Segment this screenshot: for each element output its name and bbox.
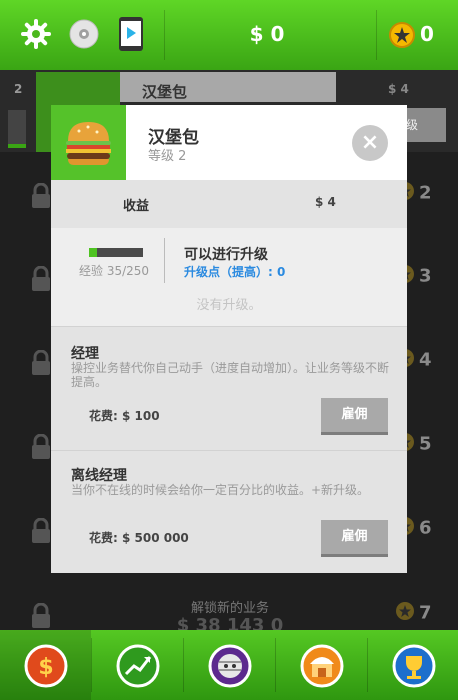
divider [51, 450, 407, 451]
no-upgrades-text: 没有升级。 [196, 298, 262, 313]
offline-manager-description: 当你不在线的时候会给你一定百分比的收益。+新升级。 [71, 483, 370, 497]
close-icon: × [360, 130, 380, 155]
lock-icon [30, 182, 52, 213]
coin-star-icon [389, 22, 415, 52]
income-label: 收益 [123, 199, 150, 214]
progress-stub [8, 110, 26, 148]
trend-chart-icon [116, 644, 160, 692]
offline-manager-cost: 花费: $ 500 000 [89, 531, 189, 545]
hire-manager-button[interactable]: 雇佣 [321, 398, 388, 435]
trophy-icon [392, 644, 436, 692]
divider [51, 326, 407, 327]
tab-achievements[interactable] [368, 630, 458, 700]
google-play-icon[interactable] [118, 16, 144, 56]
experience-fill [89, 248, 97, 257]
tab-investments[interactable] [92, 630, 183, 700]
lock-icon [30, 349, 52, 380]
lock-icon [30, 433, 52, 464]
row-level: 7 [395, 601, 435, 626]
top-bar: $ 0 0 [0, 0, 458, 70]
burger-icon [66, 122, 111, 165]
close-button[interactable]: × [352, 125, 388, 161]
income-value: $ 4 [315, 195, 336, 209]
row-title: 汉堡包 [142, 83, 188, 101]
offline-manager-section: 离线经理 当你不在线的时候会给你一定百分比的收益。+新升级。 花费: $ 500… [51, 450, 407, 573]
coin-counter: 0 [420, 22, 434, 46]
manager-title: 经理 [71, 346, 99, 362]
svg-text:$: $ [38, 655, 53, 680]
manager-description: 操控业务替代你自己动手（进度自动增加）。让业务等级不断提高。 [71, 361, 390, 389]
offline-manager-title: 离线经理 [71, 468, 127, 484]
divider [164, 238, 165, 283]
hire-offline-manager-button[interactable]: 雇佣 [321, 520, 388, 557]
row-number: 2 [14, 82, 23, 96]
star-icon [395, 601, 415, 626]
upgrade-points: 升级点（提高）: 0 [184, 265, 286, 279]
mummy-face-icon [208, 644, 252, 692]
tab-shop[interactable] [276, 630, 367, 700]
experience-bar [89, 248, 143, 257]
business-level: 等级 2 [148, 149, 187, 164]
row-price: $ 4 [388, 82, 409, 96]
lock-icon [30, 265, 52, 296]
dollar-coin-icon: $ [24, 644, 68, 692]
divider [164, 10, 165, 60]
experience-section: 经验 35/250 可以进行升级 升级点（提高）: 0 没有升级。 [51, 228, 407, 326]
money-counter: $ 0 [249, 22, 285, 46]
business-detail-dialog: 汉堡包 等级 2 × 收益 $ 4 经验 35/250 可以进行升级 升级点（提… [51, 105, 407, 573]
tab-business[interactable]: $ [0, 630, 91, 700]
divider [376, 10, 377, 60]
upgrade-available-title: 可以进行升级 [184, 247, 268, 263]
experience-text: 经验 35/250 [79, 264, 150, 278]
manager-cost: 花费: $ 100 [89, 409, 160, 423]
lock-icon [30, 602, 52, 633]
cd-disc-icon[interactable] [68, 18, 100, 54]
tab-special[interactable] [184, 630, 275, 700]
burger-thumbnail [51, 105, 126, 180]
lock-icon [30, 517, 52, 548]
shop-store-icon [300, 644, 344, 692]
settings-gear-icon[interactable] [20, 18, 52, 54]
dialog-header: 汉堡包 等级 2 × [51, 105, 407, 180]
bottom-tab-bar: $ [0, 630, 458, 700]
unlock-business-label: 解锁新的业务 [190, 601, 269, 616]
income-section: 收益 $ 4 [51, 180, 407, 228]
manager-section: 经理 操控业务替代你自己动手（进度自动增加）。让业务等级不断提高。 花费: $ … [51, 326, 407, 450]
